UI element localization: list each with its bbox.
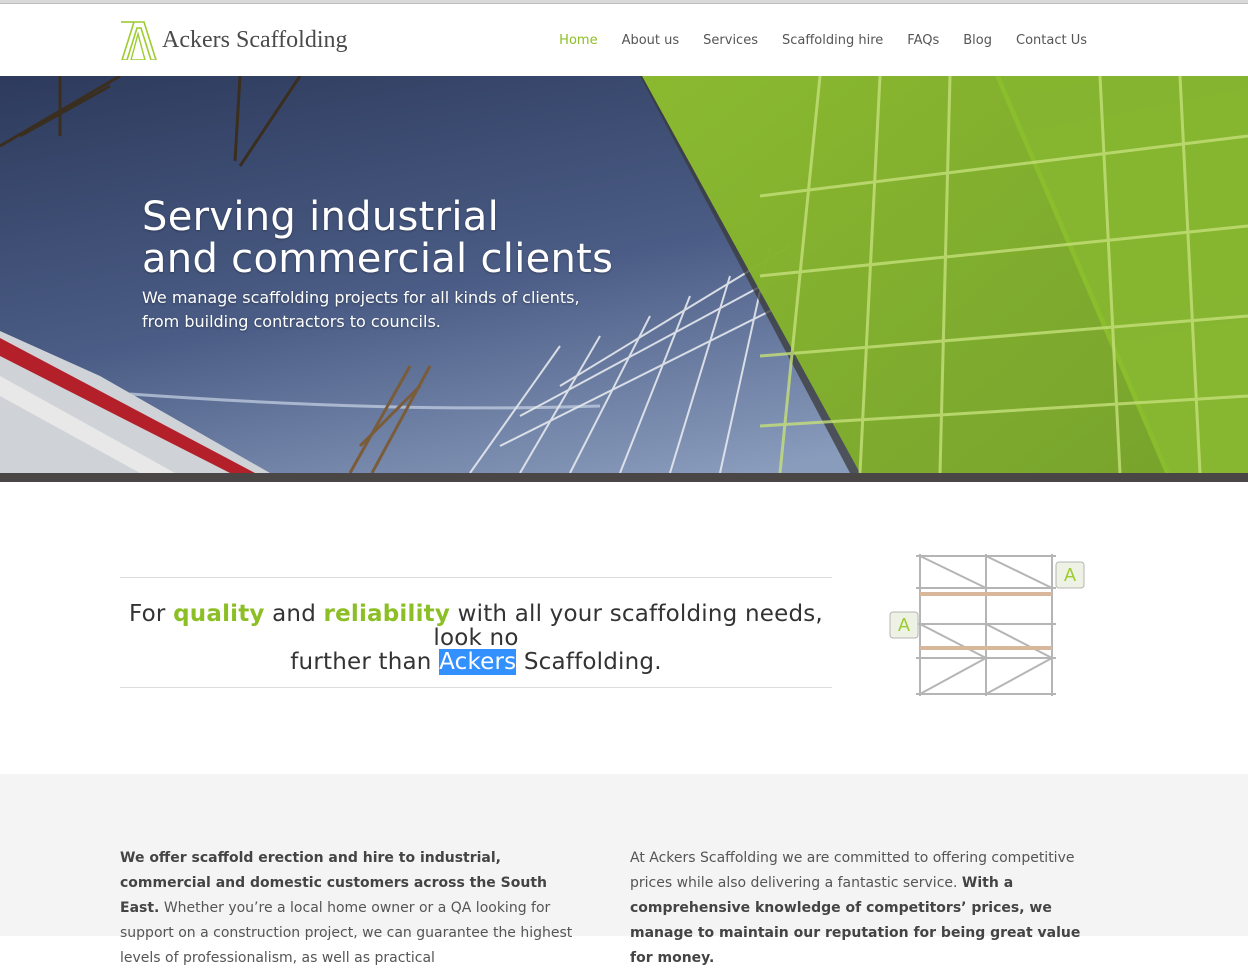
hero-subtitle-line-1: We manage scaffolding projects for all k… — [142, 288, 580, 307]
details-left-column: We offer scaffold erection and hire to i… — [120, 846, 580, 971]
site-header: Ackers Scaffolding Home About us Service… — [0, 4, 1248, 76]
hero-title-line-2: and commercial clients — [142, 236, 614, 282]
divider-bottom — [120, 687, 832, 688]
tagline-text: further than — [290, 649, 432, 675]
tagline-highlight-quality: quality — [173, 601, 265, 627]
logo-a-icon: A — [898, 615, 910, 635]
nav-item-faqs[interactable]: FAQs — [907, 33, 939, 48]
tagline-text: with all your scaffolding needs, look no — [433, 601, 823, 651]
hero-title-line-1: Serving industrial — [142, 194, 500, 240]
nav-item-about-us[interactable]: About us — [622, 33, 680, 48]
tagline-text: For — [129, 601, 166, 627]
details-section: We offer scaffold erection and hire to i… — [0, 774, 1248, 966]
hero-bottom-bar — [0, 473, 1248, 482]
site-logo[interactable]: Ackers Scaffolding — [120, 19, 370, 61]
scaffold-illustration: A A — [889, 554, 1085, 696]
tagline-highlight-reliability: reliability — [323, 601, 451, 627]
divider-top — [120, 577, 832, 578]
nav-item-services[interactable]: Services — [703, 33, 758, 48]
details-right-column: At Ackers Scaffolding we are committed t… — [630, 846, 1090, 971]
nav-item-blog[interactable]: Blog — [963, 33, 992, 48]
intro-tagline: For quality and reliability with all you… — [120, 601, 832, 675]
nav-item-scaffolding-hire[interactable]: Scaffolding hire — [782, 33, 883, 48]
hero-text: Serving industrial and commercial client… — [142, 196, 613, 334]
logo-text: Ackers Scaffolding — [162, 26, 348, 53]
tagline-selected-text[interactable]: Ackers — [439, 649, 517, 675]
tagline-text: and — [272, 601, 317, 627]
hero-subtitle-line-2: from building contractors to councils. — [142, 312, 441, 331]
details-left-text: Whether you’re a local home owner or a Q… — [120, 900, 573, 966]
tagline-text: Scaffolding. — [523, 649, 662, 675]
logo-a-icon: A — [1064, 565, 1076, 585]
main-nav: Home About us Services Scaffolding hire … — [535, 4, 1087, 76]
nav-item-home[interactable]: Home — [559, 33, 597, 48]
logo-a-icon — [121, 21, 157, 60]
intro-section: For quality and reliability with all you… — [0, 482, 1248, 774]
nav-item-contact-us[interactable]: Contact Us — [1016, 33, 1087, 48]
hero-title: Serving industrial and commercial client… — [142, 196, 613, 280]
hero-subtitle: We manage scaffolding projects for all k… — [142, 286, 613, 334]
hero-banner: Serving industrial and commercial client… — [0, 76, 1248, 473]
